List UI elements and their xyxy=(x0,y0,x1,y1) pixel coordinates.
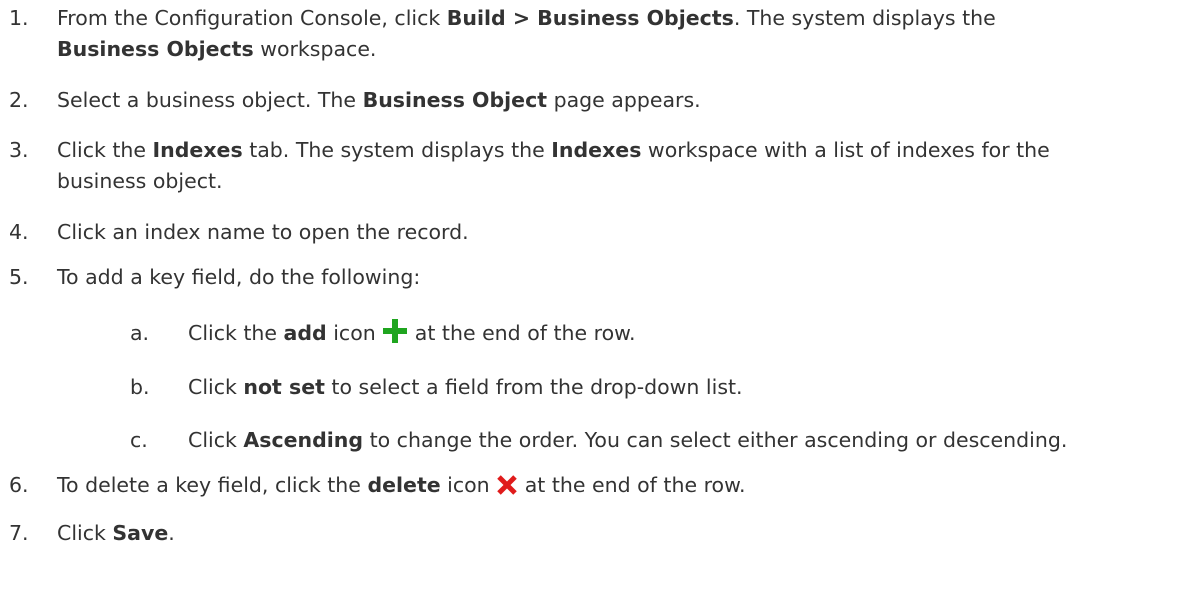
delete-x-icon xyxy=(496,474,518,505)
icon-name: add xyxy=(283,321,327,345)
add-plus-icon xyxy=(382,318,408,353)
substep-text: Click not set to select a field from the… xyxy=(188,375,743,399)
step-number: 4. xyxy=(9,220,29,244)
step-text: Click Save. xyxy=(57,521,175,545)
order-value: Ascending xyxy=(243,428,364,452)
field-value: not set xyxy=(243,375,325,399)
instruction-document: 1. From the Configuration Console, click… xyxy=(0,0,1188,595)
step-number: 3. xyxy=(9,138,29,162)
workspace-name: Indexes xyxy=(551,138,642,162)
step-text: Select a business object. The Business O… xyxy=(57,88,701,112)
step-text: To add a key field, do the following: xyxy=(57,265,421,289)
step-text-line-2: Business Objects workspace. xyxy=(57,37,377,61)
step-text: Click an index name to open the record. xyxy=(57,220,469,244)
step-number: 2. xyxy=(9,88,29,112)
workspace-name: Business Objects xyxy=(57,37,254,61)
tab-name: Indexes xyxy=(152,138,243,162)
button-name: Save xyxy=(112,521,169,545)
step-text: Click the Indexes tab. The system displa… xyxy=(57,135,1050,197)
step-text: From the Configuration Console, click Bu… xyxy=(57,3,996,65)
step-number: 7. xyxy=(9,521,29,545)
substep-letter: a. xyxy=(130,321,150,345)
icon-name: delete xyxy=(367,473,441,497)
step-text-line-2: business object. xyxy=(57,169,223,193)
step-number: 1. xyxy=(9,6,29,30)
menu-path: Build > Business Objects xyxy=(446,6,734,30)
step-number: 6. xyxy=(9,473,29,497)
step-text: To delete a key field, click the delete … xyxy=(57,470,746,505)
substep-letter: b. xyxy=(130,375,150,399)
substep-letter: c. xyxy=(130,428,148,452)
substep-text: Click the add icon at the end of the row… xyxy=(188,318,636,353)
page-name: Business Object xyxy=(362,88,548,112)
substep-text: Click Ascending to change the order. You… xyxy=(188,428,1068,452)
step-number: 5. xyxy=(9,265,29,289)
